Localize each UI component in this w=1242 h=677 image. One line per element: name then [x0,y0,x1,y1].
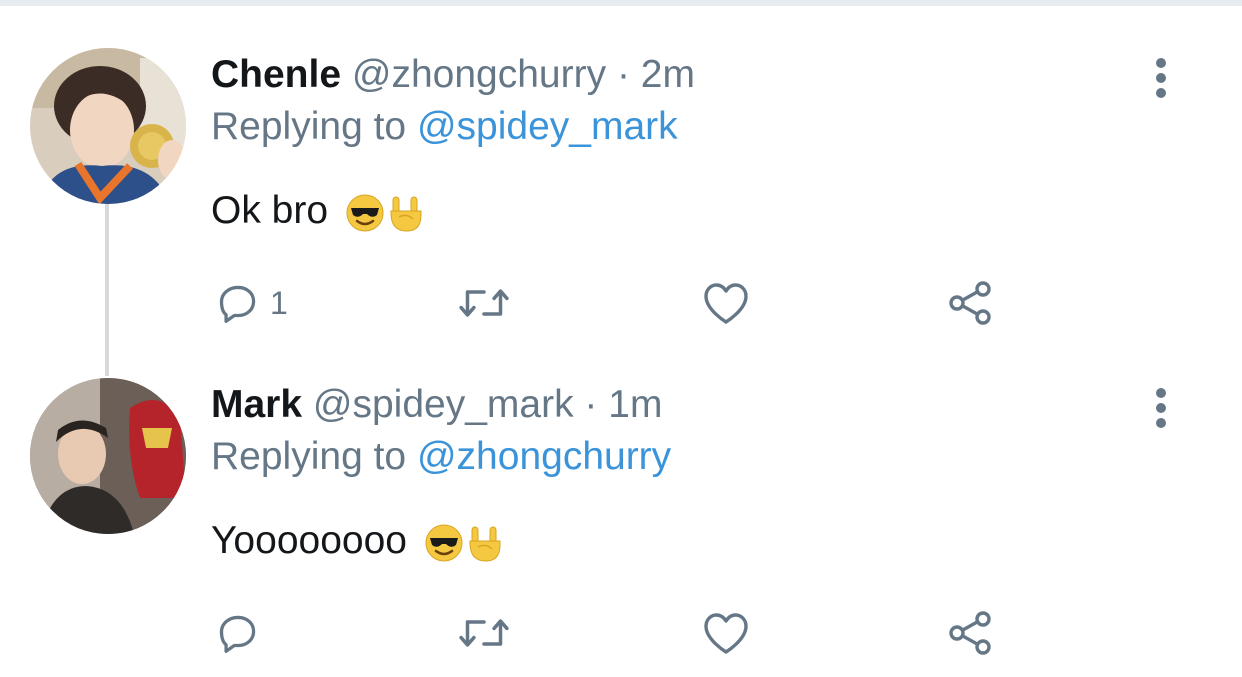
retweet-button[interactable] [456,608,512,658]
retweet-button[interactable] [456,278,512,328]
display-name[interactable]: Mark [211,383,302,426]
reply-icon [219,615,256,653]
tweet-body: Yoooooooo [211,519,407,562]
share-button[interactable] [946,278,994,328]
tweet-chenle[interactable]: Chenle @zhongchurry · 2m Replying to @sp… [0,0,1242,330]
share-icon [949,281,991,325]
reply-button[interactable] [216,608,270,658]
user-handle[interactable]: @zhongchurry [352,53,606,96]
like-icon [704,613,748,654]
like-button[interactable] [702,608,750,658]
more-icon [1156,58,1166,68]
retweet-icon [459,289,509,317]
avatar-image [30,48,186,204]
tweet-mark[interactable]: Mark @spidey_mark · 1m Replying to @zhon… [0,330,1242,660]
tweet-actions [0,608,1242,658]
separator-dot: · [616,53,630,96]
tweet-body: Ok bro [211,189,329,232]
separator-dot: · [584,383,598,426]
sunglasses-emoji-icon [424,523,464,563]
tweet-actions: 1 [0,278,1242,328]
replying-to-line: Replying to @zhongchurry [211,434,671,480]
like-icon [704,283,748,324]
horns-hand-emoji-icon [464,523,504,563]
more-icon [1156,388,1166,398]
like-button[interactable] [702,278,750,328]
share-icon [949,611,991,655]
avatar-image [30,378,186,534]
share-button[interactable] [946,608,994,658]
replying-to-handle[interactable]: @zhongchurry [417,435,671,478]
replying-to-label: Replying to [211,435,407,478]
tweet-text: Yoooooooo [211,518,504,564]
more-options-button[interactable] [1148,386,1174,430]
tweet-header: Chenle @zhongchurry · 2m [211,52,695,98]
tweet-text: Ok bro [211,188,425,234]
reply-count: 1 [270,284,288,321]
retweet-icon [459,619,509,647]
avatar[interactable] [30,48,186,204]
reply-button[interactable]: 1 [216,278,288,328]
replying-to-handle[interactable]: @spidey_mark [417,105,678,148]
avatar[interactable] [30,378,186,534]
more-options-button[interactable] [1148,56,1174,100]
timestamp[interactable]: 2m [641,53,695,96]
horns-hand-emoji-icon [385,193,425,233]
tweet-header: Mark @spidey_mark · 1m [211,382,662,428]
replying-to-label: Replying to [211,105,407,148]
display-name[interactable]: Chenle [211,53,341,96]
timestamp[interactable]: 1m [608,383,662,426]
reply-icon [219,285,256,323]
user-handle[interactable]: @spidey_mark [313,383,574,426]
replying-to-line: Replying to @spidey_mark [211,104,678,150]
sunglasses-emoji-icon [345,193,385,233]
